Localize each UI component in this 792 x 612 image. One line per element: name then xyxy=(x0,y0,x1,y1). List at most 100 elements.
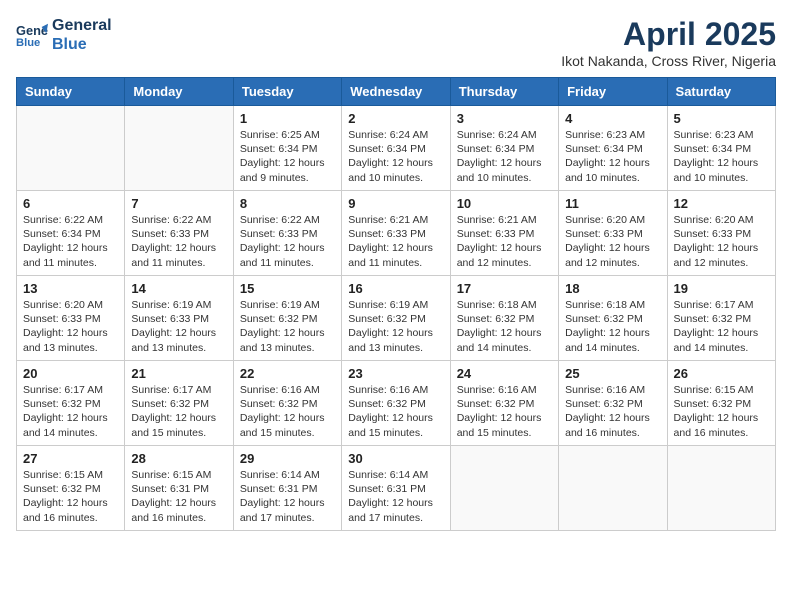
svg-text:Blue: Blue xyxy=(16,37,40,49)
calendar-cell: 15 Sunrise: 6:19 AM Sunset: 6:32 PM Dayli… xyxy=(233,276,341,361)
day-number: 20 xyxy=(23,366,118,381)
day-detail: Sunrise: 6:15 AM Sunset: 6:32 PM Dayligh… xyxy=(23,468,118,525)
calendar-cell: 24 Sunrise: 6:16 AM Sunset: 6:32 PM Dayli… xyxy=(450,361,558,446)
day-detail: Sunrise: 6:16 AM Sunset: 6:32 PM Dayligh… xyxy=(457,383,552,440)
calendar-cell: 14 Sunrise: 6:19 AM Sunset: 6:33 PM Dayli… xyxy=(125,276,233,361)
page-header: General Blue General Blue April 2025 Iko… xyxy=(16,16,776,69)
calendar-cell: 18 Sunrise: 6:18 AM Sunset: 6:32 PM Dayli… xyxy=(559,276,667,361)
calendar-table: SundayMondayTuesdayWednesdayThursdayFrid… xyxy=(16,77,776,531)
title-block: April 2025 Ikot Nakanda, Cross River, Ni… xyxy=(561,16,776,69)
day-number: 19 xyxy=(674,281,769,296)
day-number: 24 xyxy=(457,366,552,381)
weekday-header: Wednesday xyxy=(342,78,450,106)
day-detail: Sunrise: 6:19 AM Sunset: 6:33 PM Dayligh… xyxy=(131,298,226,355)
calendar-cell xyxy=(125,106,233,191)
calendar-cell xyxy=(17,106,125,191)
day-number: 8 xyxy=(240,196,335,211)
calendar-cell: 11 Sunrise: 6:20 AM Sunset: 6:33 PM Dayli… xyxy=(559,191,667,276)
day-detail: Sunrise: 6:22 AM Sunset: 6:33 PM Dayligh… xyxy=(131,213,226,270)
logo-line2: Blue xyxy=(52,35,112,54)
day-number: 23 xyxy=(348,366,443,381)
calendar-cell: 5 Sunrise: 6:23 AM Sunset: 6:34 PM Daylig… xyxy=(667,106,775,191)
day-detail: Sunrise: 6:18 AM Sunset: 6:32 PM Dayligh… xyxy=(565,298,660,355)
weekday-header: Sunday xyxy=(17,78,125,106)
day-number: 5 xyxy=(674,111,769,126)
day-detail: Sunrise: 6:14 AM Sunset: 6:31 PM Dayligh… xyxy=(240,468,335,525)
day-detail: Sunrise: 6:20 AM Sunset: 6:33 PM Dayligh… xyxy=(674,213,769,270)
day-detail: Sunrise: 6:17 AM Sunset: 6:32 PM Dayligh… xyxy=(131,383,226,440)
day-number: 18 xyxy=(565,281,660,296)
day-detail: Sunrise: 6:16 AM Sunset: 6:32 PM Dayligh… xyxy=(565,383,660,440)
day-detail: Sunrise: 6:25 AM Sunset: 6:34 PM Dayligh… xyxy=(240,128,335,185)
weekday-header: Tuesday xyxy=(233,78,341,106)
week-row: 6 Sunrise: 6:22 AM Sunset: 6:34 PM Daylig… xyxy=(17,191,776,276)
weekday-header: Saturday xyxy=(667,78,775,106)
day-detail: Sunrise: 6:20 AM Sunset: 6:33 PM Dayligh… xyxy=(565,213,660,270)
day-detail: Sunrise: 6:24 AM Sunset: 6:34 PM Dayligh… xyxy=(457,128,552,185)
calendar-cell: 16Sunrise: 6:19 AM Sunset: 6:32 PM Dayli… xyxy=(342,276,450,361)
day-detail: Sunrise: 6:19 AM Sunset: 6:32 PM Dayligh… xyxy=(348,298,443,355)
calendar-cell: 20 Sunrise: 6:17 AM Sunset: 6:32 PM Dayli… xyxy=(17,361,125,446)
day-detail: Sunrise: 6:23 AM Sunset: 6:34 PM Dayligh… xyxy=(565,128,660,185)
calendar-cell: 26Sunrise: 6:15 AM Sunset: 6:32 PM Dayli… xyxy=(667,361,775,446)
calendar-cell: 13 Sunrise: 6:20 AM Sunset: 6:33 PM Dayli… xyxy=(17,276,125,361)
day-number: 15 xyxy=(240,281,335,296)
week-row: 1 Sunrise: 6:25 AM Sunset: 6:34 PM Daylig… xyxy=(17,106,776,191)
day-detail: Sunrise: 6:16 AM Sunset: 6:32 PM Dayligh… xyxy=(348,383,443,440)
day-detail: Sunrise: 6:15 AM Sunset: 6:31 PM Dayligh… xyxy=(131,468,226,525)
logo-icon: General Blue xyxy=(16,19,48,51)
day-number: 2 xyxy=(348,111,443,126)
day-detail: Sunrise: 6:20 AM Sunset: 6:33 PM Dayligh… xyxy=(23,298,118,355)
calendar-cell: 1 Sunrise: 6:25 AM Sunset: 6:34 PM Daylig… xyxy=(233,106,341,191)
calendar-cell: 25Sunrise: 6:16 AM Sunset: 6:32 PM Dayli… xyxy=(559,361,667,446)
day-number: 1 xyxy=(240,111,335,126)
calendar-cell: 23 Sunrise: 6:16 AM Sunset: 6:32 PM Dayli… xyxy=(342,361,450,446)
day-detail: Sunrise: 6:22 AM Sunset: 6:34 PM Dayligh… xyxy=(23,213,118,270)
logo: General Blue General Blue xyxy=(16,16,112,54)
weekday-header: Friday xyxy=(559,78,667,106)
week-row: 20 Sunrise: 6:17 AM Sunset: 6:32 PM Dayli… xyxy=(17,361,776,446)
day-detail: Sunrise: 6:21 AM Sunset: 6:33 PM Dayligh… xyxy=(348,213,443,270)
calendar-cell: 8 Sunrise: 6:22 AM Sunset: 6:33 PM Daylig… xyxy=(233,191,341,276)
location-title: Ikot Nakanda, Cross River, Nigeria xyxy=(561,53,776,69)
day-number: 11 xyxy=(565,196,660,211)
day-detail: Sunrise: 6:17 AM Sunset: 6:32 PM Dayligh… xyxy=(23,383,118,440)
week-row: 13 Sunrise: 6:20 AM Sunset: 6:33 PM Dayli… xyxy=(17,276,776,361)
calendar-cell: 21Sunrise: 6:17 AM Sunset: 6:32 PM Dayli… xyxy=(125,361,233,446)
day-detail: Sunrise: 6:24 AM Sunset: 6:34 PM Dayligh… xyxy=(348,128,443,185)
calendar-cell: 9 Sunrise: 6:21 AM Sunset: 6:33 PM Daylig… xyxy=(342,191,450,276)
day-number: 27 xyxy=(23,451,118,466)
weekday-header: Monday xyxy=(125,78,233,106)
day-number: 13 xyxy=(23,281,118,296)
day-number: 10 xyxy=(457,196,552,211)
calendar-cell xyxy=(667,446,775,531)
day-detail: Sunrise: 6:22 AM Sunset: 6:33 PM Dayligh… xyxy=(240,213,335,270)
day-detail: Sunrise: 6:19 AM Sunset: 6:32 PM Dayligh… xyxy=(240,298,335,355)
calendar-cell: 17 Sunrise: 6:18 AM Sunset: 6:32 PM Dayli… xyxy=(450,276,558,361)
calendar-cell xyxy=(559,446,667,531)
calendar-cell xyxy=(450,446,558,531)
day-detail: Sunrise: 6:23 AM Sunset: 6:34 PM Dayligh… xyxy=(674,128,769,185)
calendar-cell: 22Sunrise: 6:16 AM Sunset: 6:32 PM Dayli… xyxy=(233,361,341,446)
day-number: 12 xyxy=(674,196,769,211)
day-number: 6 xyxy=(23,196,118,211)
day-number: 14 xyxy=(131,281,226,296)
month-title: April 2025 xyxy=(561,16,776,53)
day-number: 17 xyxy=(457,281,552,296)
calendar-cell: 4Sunrise: 6:23 AM Sunset: 6:34 PM Daylig… xyxy=(559,106,667,191)
day-number: 22 xyxy=(240,366,335,381)
day-detail: Sunrise: 6:14 AM Sunset: 6:31 PM Dayligh… xyxy=(348,468,443,525)
weekday-header: Thursday xyxy=(450,78,558,106)
calendar-cell: 19 Sunrise: 6:17 AM Sunset: 6:32 PM Dayli… xyxy=(667,276,775,361)
day-number: 26 xyxy=(674,366,769,381)
day-number: 9 xyxy=(348,196,443,211)
calendar-cell: 2 Sunrise: 6:24 AM Sunset: 6:34 PM Daylig… xyxy=(342,106,450,191)
logo-line1: General xyxy=(52,16,112,35)
calendar-cell: 30 Sunrise: 6:14 AM Sunset: 6:31 PM Dayli… xyxy=(342,446,450,531)
calendar-cell: 29Sunrise: 6:14 AM Sunset: 6:31 PM Dayli… xyxy=(233,446,341,531)
calendar-header-row: SundayMondayTuesdayWednesdayThursdayFrid… xyxy=(17,78,776,106)
day-detail: Sunrise: 6:17 AM Sunset: 6:32 PM Dayligh… xyxy=(674,298,769,355)
day-number: 30 xyxy=(348,451,443,466)
day-detail: Sunrise: 6:18 AM Sunset: 6:32 PM Dayligh… xyxy=(457,298,552,355)
calendar-cell: 27 Sunrise: 6:15 AM Sunset: 6:32 PM Dayli… xyxy=(17,446,125,531)
